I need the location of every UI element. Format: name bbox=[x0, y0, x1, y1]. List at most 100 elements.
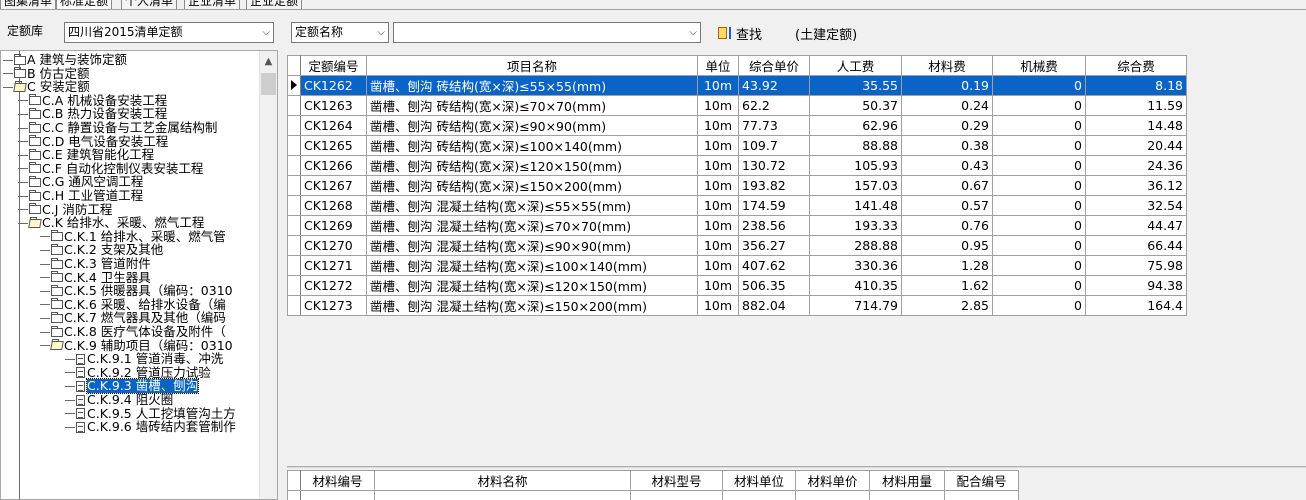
table-row[interactable]: CK1270 凿槽、刨沟 混凝土结构(宽×深)≤90×90(mm) 10m 356.2… bbox=[287, 235, 1187, 256]
table-row[interactable]: CK1262 凿槽、刨沟 砖结构(宽×深)≤55×55(mm) 10m 43.92 35… bbox=[287, 75, 1187, 96]
table-cell[interactable]: 0 bbox=[992, 175, 1086, 196]
tab-4[interactable]: 企业清单 bbox=[184, 0, 241, 9]
table-cell[interactable]: 0 bbox=[992, 215, 1086, 236]
table-cell[interactable]: 174.59 bbox=[738, 195, 810, 216]
tree-scrollbar[interactable]: ▲ bbox=[259, 51, 277, 499]
table-cell[interactable]: 10m bbox=[697, 75, 739, 96]
quota-grid[interactable]: 定额编号 项目名称 单位 综合单价 人工费 材料费 机械费 综合费 CK1262 凿槽、刨沟 砖… bbox=[287, 55, 1306, 355]
table-cell[interactable]: 0.29 bbox=[901, 115, 993, 136]
table-row[interactable]: CK1266 凿槽、刨沟 砖结构(宽×深)≤120×150(mm) 10m 130.7… bbox=[287, 155, 1187, 176]
table-cell[interactable]: 凿槽、刨沟 混凝土结构(宽×深)≤70×70(mm) bbox=[366, 215, 698, 236]
table-cell[interactable]: 凿槽、刨沟 混凝土结构(宽×深)≤100×140(mm) bbox=[366, 255, 698, 276]
material-column-header[interactable]: 材料名称 bbox=[374, 470, 631, 491]
column-header[interactable]: 项目名称 bbox=[366, 55, 698, 76]
table-cell[interactable]: 1.62 bbox=[901, 275, 993, 296]
table-row[interactable]: CK1263 凿槽、刨沟 砖结构(宽×深)≤70×70(mm) 10m 62.2 50.… bbox=[287, 95, 1187, 116]
tree-item[interactable]: C.H 工业管道工程 bbox=[18, 189, 143, 203]
library-select[interactable]: 四川省2015清单定额 ⌵ bbox=[64, 22, 274, 43]
table-cell[interactable]: CK1266 bbox=[300, 155, 367, 176]
table-cell[interactable]: 10m bbox=[697, 295, 739, 316]
tab-5[interactable]: 企业定额 bbox=[246, 0, 303, 9]
table-cell[interactable]: 35.55 bbox=[809, 75, 902, 96]
tab-2[interactable]: 标准定额 bbox=[56, 0, 113, 9]
table-cell[interactable]: 0 bbox=[992, 275, 1086, 296]
table-cell[interactable]: 0.43 bbox=[901, 155, 993, 176]
table-cell[interactable]: 0 bbox=[992, 195, 1086, 216]
table-cell[interactable]: CK1273 bbox=[300, 295, 367, 316]
table-cell[interactable]: 2.85 bbox=[901, 295, 993, 316]
table-cell[interactable]: 105.93 bbox=[809, 155, 902, 176]
table-cell[interactable]: 410.35 bbox=[809, 275, 902, 296]
table-cell[interactable]: 330.36 bbox=[809, 255, 902, 276]
table-cell[interactable]: 32.54 bbox=[1085, 195, 1187, 216]
table-cell[interactable]: 193.82 bbox=[738, 175, 810, 196]
tree-item[interactable]: C.C 静置设备与工艺金属结构制 bbox=[18, 121, 217, 135]
column-header[interactable]: 综合费 bbox=[1085, 55, 1187, 76]
table-row[interactable]: CK1265 凿槽、刨沟 砖结构(宽×深)≤100×140(mm) 10m 109.7… bbox=[287, 135, 1187, 156]
table-cell[interactable]: 506.35 bbox=[738, 275, 810, 296]
column-header[interactable]: 单位 bbox=[697, 55, 739, 76]
panel-splitter[interactable] bbox=[287, 466, 1306, 468]
tree-item[interactable]: C.K.3 管道附件 bbox=[40, 257, 151, 271]
table-cell[interactable]: 43.92 bbox=[738, 75, 810, 96]
material-column-header[interactable]: 材料编号 bbox=[300, 470, 375, 491]
table-cell[interactable]: CK1272 bbox=[300, 275, 367, 296]
table-cell[interactable]: 238.56 bbox=[738, 215, 810, 236]
table-cell[interactable]: 714.79 bbox=[809, 295, 902, 316]
category-tree[interactable]: A 建筑与装饰定额 B 仿古定额 C 安装定额 C.A 机械设备安装工程 C.B 热力设… bbox=[0, 50, 278, 500]
table-cell[interactable]: 0 bbox=[992, 115, 1086, 136]
table-cell[interactable]: 10m bbox=[697, 115, 739, 136]
table-cell[interactable]: 凿槽、刨沟 砖结构(宽×深)≤70×70(mm) bbox=[366, 95, 698, 116]
table-cell[interactable]: 130.72 bbox=[738, 155, 810, 176]
material-column-header[interactable]: 材料单价 bbox=[795, 470, 870, 491]
table-cell[interactable]: 356.27 bbox=[738, 235, 810, 256]
table-cell[interactable]: 凿槽、刨沟 砖结构(宽×深)≤120×150(mm) bbox=[366, 155, 698, 176]
tree-item[interactable]: C.K.8 医疗气体设备及附件（ bbox=[40, 325, 226, 339]
table-cell[interactable]: 0 bbox=[992, 295, 1086, 316]
material-column-header[interactable]: 配合编号 bbox=[944, 470, 1019, 491]
table-cell[interactable]: 77.73 bbox=[738, 115, 810, 136]
table-cell[interactable]: 164.4 bbox=[1085, 295, 1187, 316]
column-header[interactable]: 定额编号 bbox=[300, 55, 367, 76]
material-column-header[interactable]: 材料型号 bbox=[630, 470, 723, 491]
table-cell[interactable]: 凿槽、刨沟 砖结构(宽×深)≤90×90(mm) bbox=[366, 115, 698, 136]
table-cell[interactable]: 0 bbox=[992, 95, 1086, 116]
table-cell[interactable]: CK1268 bbox=[300, 195, 367, 216]
scroll-up-icon[interactable]: ▲ bbox=[260, 53, 277, 70]
table-cell[interactable]: 0.24 bbox=[901, 95, 993, 116]
search-input[interactable]: ⌵ bbox=[393, 22, 701, 43]
tree-item[interactable]: C.K.9.6 墙砖结内套管制作 bbox=[65, 420, 236, 434]
table-cell[interactable]: CK1264 bbox=[300, 115, 367, 136]
table-cell[interactable]: 20.44 bbox=[1085, 135, 1187, 156]
table-cell[interactable]: 凿槽、刨沟 砖结构(宽×深)≤150×200(mm) bbox=[366, 175, 698, 196]
tab-1[interactable]: 图集清单 bbox=[0, 0, 57, 9]
table-cell[interactable]: 62.96 bbox=[809, 115, 902, 136]
table-cell[interactable]: 0.76 bbox=[901, 215, 993, 236]
table-cell[interactable]: 157.03 bbox=[809, 175, 902, 196]
table-row[interactable]: CK1271 凿槽、刨沟 混凝土结构(宽×深)≤100×140(mm) 10m 407… bbox=[287, 255, 1187, 276]
table-cell[interactable]: 0 bbox=[992, 75, 1086, 96]
material-grid[interactable]: 材料编号 材料名称 材料型号 材料单位 材料单价 材料用量 配合编号 bbox=[287, 470, 1306, 500]
table-cell[interactable]: 0.67 bbox=[901, 175, 993, 196]
table-cell[interactable]: 14.48 bbox=[1085, 115, 1187, 136]
material-column-header[interactable]: 材料单位 bbox=[722, 470, 796, 491]
table-cell[interactable]: 10m bbox=[697, 195, 739, 216]
table-row[interactable]: CK1267 凿槽、刨沟 砖结构(宽×深)≤150×200(mm) 10m 193.8… bbox=[287, 175, 1187, 196]
table-cell[interactable]: 10m bbox=[697, 135, 739, 156]
field-select[interactable]: 定额名称 ⌵ bbox=[291, 22, 389, 43]
table-cell[interactable]: 88.88 bbox=[809, 135, 902, 156]
table-cell[interactable]: CK1271 bbox=[300, 255, 367, 276]
table-cell[interactable]: 0.19 bbox=[901, 75, 993, 96]
column-header[interactable]: 材料费 bbox=[901, 55, 993, 76]
table-cell[interactable]: 407.62 bbox=[738, 255, 810, 276]
table-cell[interactable]: 94.38 bbox=[1085, 275, 1187, 296]
table-cell[interactable]: 10m bbox=[697, 155, 739, 176]
table-cell[interactable]: 凿槽、刨沟 混凝土结构(宽×深)≤120×150(mm) bbox=[366, 275, 698, 296]
table-cell[interactable]: 288.88 bbox=[809, 235, 902, 256]
tree-item[interactable]: C.K.9.4 阻火圈 bbox=[65, 393, 173, 407]
table-cell[interactable]: 凿槽、刨沟 砖结构(宽×深)≤100×140(mm) bbox=[366, 135, 698, 156]
table-cell[interactable]: 10m bbox=[697, 95, 739, 116]
table-cell[interactable]: CK1267 bbox=[300, 175, 367, 196]
table-cell[interactable]: CK1262 bbox=[300, 75, 367, 96]
table-cell[interactable]: 0.57 bbox=[901, 195, 993, 216]
